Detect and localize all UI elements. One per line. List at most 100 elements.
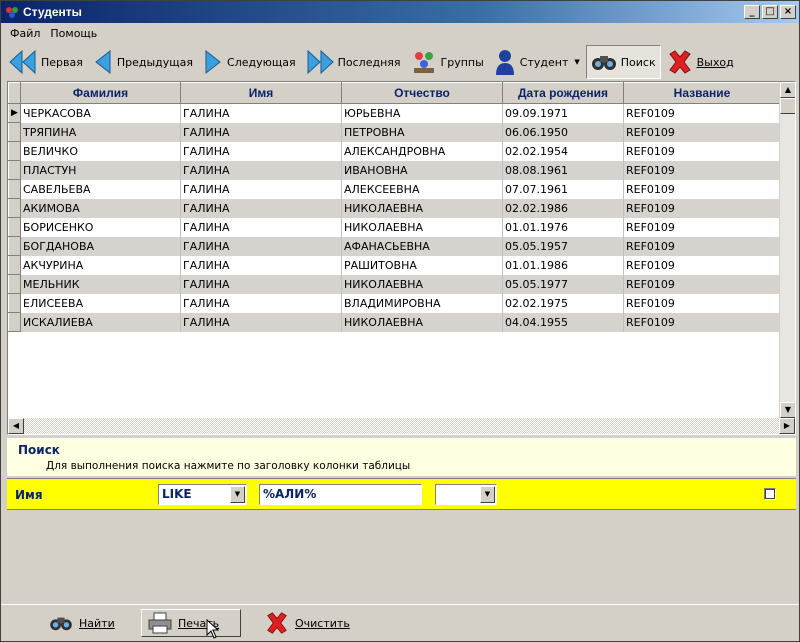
table-cell[interactable]: ГАЛИНА	[180, 255, 342, 275]
clear-button[interactable]: Очистить	[259, 609, 356, 637]
table-cell[interactable]: REF0109	[623, 179, 781, 199]
table-cell[interactable]: ИВАНОВНА	[341, 160, 503, 180]
column-header-birthdate[interactable]: Дата рождения	[502, 82, 624, 104]
table-cell[interactable]: REF0109	[623, 293, 781, 313]
table-cell[interactable]: 05.05.1977	[502, 274, 624, 294]
table-row[interactable]: БОГДАНОВА ГАЛИНА АФАНАСЬЕВНА 05.05.1957 REF0…	[8, 236, 781, 256]
table-cell[interactable]: ГАЛИНА	[180, 122, 342, 142]
students-grid[interactable]: Фамилия Имя Отчество Дата рождения Назва…	[7, 81, 796, 435]
table-cell[interactable]: 05.05.1957	[502, 236, 624, 256]
table-cell[interactable]: 06.06.1950	[502, 122, 624, 142]
scroll-left-button[interactable]: ◀	[8, 418, 24, 434]
table-cell[interactable]: АФАНАСЬЕВНА	[341, 236, 503, 256]
next-button[interactable]: Следующая	[199, 45, 300, 79]
criteria-checkbox[interactable]	[764, 488, 776, 500]
table-cell[interactable]: 02.02.1954	[502, 141, 624, 161]
find-button[interactable]: Найти	[43, 609, 121, 637]
table-cell[interactable]: АКЧУРИНА	[20, 255, 181, 275]
table-cell[interactable]: ГАЛИНА	[180, 103, 342, 123]
row-indicator[interactable]	[8, 198, 21, 218]
table-cell[interactable]: REF0109	[623, 103, 781, 123]
chevron-down-icon[interactable]: ▼	[480, 486, 495, 503]
table-row[interactable]: МЕЛЬНИК ГАЛИНА НИКОЛАЕВНА 05.05.1977 REF0109	[8, 274, 781, 294]
table-cell[interactable]: ЕЛИСЕЕВА	[20, 293, 181, 313]
table-cell[interactable]: ГАЛИНА	[180, 217, 342, 237]
table-row[interactable]: АКЧУРИНА ГАЛИНА РАШИТОВНА 01.01.1986 REF0109	[8, 255, 781, 275]
table-cell[interactable]: REF0109	[623, 217, 781, 237]
table-cell[interactable]: САВЕЛЬЕВА	[20, 179, 181, 199]
operator-select[interactable]: LIKE ▼	[158, 484, 247, 505]
row-indicator[interactable]	[8, 236, 21, 256]
table-row[interactable]: ПЛАСТУН ГАЛИНА ИВАНОВНА 08.08.1961 REF0109	[8, 160, 781, 180]
table-cell[interactable]: НИКОЛАЕВНА	[341, 312, 503, 332]
menu-file[interactable]: Файл	[5, 27, 45, 40]
table-cell[interactable]: REF0109	[623, 122, 781, 142]
column-header-title[interactable]: Название	[623, 82, 781, 104]
table-cell[interactable]: АКИМОВА	[20, 198, 181, 218]
prev-button[interactable]: Предыдущая	[89, 45, 197, 79]
table-cell[interactable]: ПЛАСТУН	[20, 160, 181, 180]
table-cell[interactable]: 07.07.1961	[502, 179, 624, 199]
table-cell[interactable]: REF0109	[623, 141, 781, 161]
student-button[interactable]: Студент ▼	[490, 45, 584, 79]
scroll-right-button[interactable]: ▶	[779, 418, 795, 434]
table-cell[interactable]: 01.01.1976	[502, 217, 624, 237]
table-cell[interactable]: НИКОЛАЕВНА	[341, 217, 503, 237]
table-cell[interactable]: REF0109	[623, 236, 781, 256]
table-row[interactable]: ВЕЛИЧКО ГАЛИНА АЛЕКСАНДРОВНА 02.02.1954 REF0…	[8, 141, 781, 161]
scroll-thumb[interactable]	[780, 98, 795, 114]
table-cell[interactable]: АЛЕКСЕЕВНА	[341, 179, 503, 199]
table-cell[interactable]: АЛЕКСАНДРОВНА	[341, 141, 503, 161]
table-cell[interactable]: ГАЛИНА	[180, 198, 342, 218]
table-row[interactable]: ИСКАЛИЕВА ГАЛИНА НИКОЛАЕВНА 04.04.1955 REF01…	[8, 312, 781, 332]
search-value-input[interactable]: %АЛИ%	[259, 484, 422, 505]
table-cell[interactable]: 08.08.1961	[502, 160, 624, 180]
table-row[interactable]: ТРЯПИНА ГАЛИНА ПЕТРОВНА 06.06.1950 REF0109	[8, 122, 781, 142]
table-cell[interactable]: ТРЯПИНА	[20, 122, 181, 142]
table-row[interactable]: АКИМОВА ГАЛИНА НИКОЛАЕВНА 02.02.1986 REF0109	[8, 198, 781, 218]
table-row[interactable]: САВЕЛЬЕВА ГАЛИНА АЛЕКСЕЕВНА 07.07.1961 REF01…	[8, 179, 781, 199]
table-cell[interactable]: REF0109	[623, 255, 781, 275]
row-indicator[interactable]	[8, 122, 21, 142]
vertical-scrollbar[interactable]: ▲ ▼	[779, 82, 795, 418]
column-header-surname[interactable]: Фамилия	[20, 82, 181, 104]
table-cell[interactable]: ГАЛИНА	[180, 141, 342, 161]
horizontal-scrollbar[interactable]: ◀ ▶	[8, 418, 795, 434]
dropdown-arrow-icon[interactable]: ▼	[574, 58, 579, 66]
table-cell[interactable]: 01.01.1986	[502, 255, 624, 275]
table-cell[interactable]: ВЕЛИЧКО	[20, 141, 181, 161]
row-indicator[interactable]	[8, 141, 21, 161]
table-cell[interactable]: REF0109	[623, 198, 781, 218]
last-button[interactable]: Последняя	[302, 45, 405, 79]
row-indicator[interactable]: ▶	[8, 103, 21, 123]
groups-button[interactable]: Группы	[407, 45, 488, 79]
row-indicator[interactable]	[8, 312, 21, 332]
exit-button[interactable]: Выход	[663, 45, 738, 79]
table-cell[interactable]: ГАЛИНА	[180, 274, 342, 294]
table-cell[interactable]: НИКОЛАЕВНА	[341, 274, 503, 294]
table-cell[interactable]: БОРИСЕНКО	[20, 217, 181, 237]
column-header-patronymic[interactable]: Отчество	[341, 82, 503, 104]
first-button[interactable]: Первая	[5, 45, 87, 79]
table-cell[interactable]: 04.04.1955	[502, 312, 624, 332]
chevron-down-icon[interactable]: ▼	[230, 486, 245, 503]
maximize-button[interactable]: □	[762, 5, 778, 19]
close-button[interactable]: ×	[780, 5, 796, 19]
table-cell[interactable]: ГАЛИНА	[180, 236, 342, 256]
table-cell[interactable]: ЮРЬЕВНА	[341, 103, 503, 123]
row-indicator[interactable]	[8, 274, 21, 294]
table-cell[interactable]: REF0109	[623, 160, 781, 180]
minimize-button[interactable]: _	[744, 5, 760, 19]
print-button[interactable]: Печать	[141, 609, 241, 637]
column-header-name[interactable]: Имя	[180, 82, 342, 104]
row-indicator[interactable]	[8, 217, 21, 237]
search-button[interactable]: Поиск	[585, 45, 661, 79]
table-cell[interactable]: 02.02.1986	[502, 198, 624, 218]
table-cell[interactable]: ГАЛИНА	[180, 293, 342, 313]
extra-select[interactable]: ▼	[435, 484, 497, 505]
row-indicator[interactable]	[8, 179, 21, 199]
menu-help[interactable]: Помощь	[45, 27, 102, 40]
table-cell[interactable]: ГАЛИНА	[180, 179, 342, 199]
table-cell[interactable]: ВЛАДИМИРОВНА	[341, 293, 503, 313]
table-cell[interactable]: REF0109	[623, 274, 781, 294]
